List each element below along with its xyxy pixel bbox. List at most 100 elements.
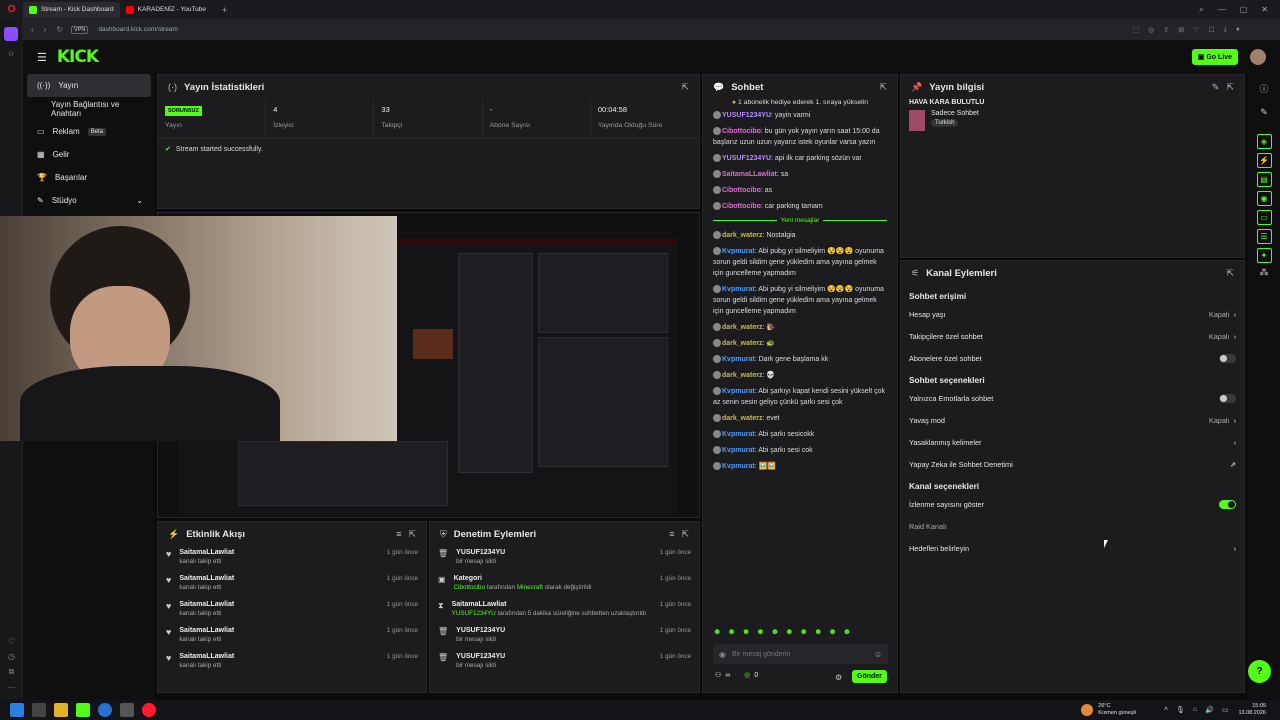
chat-message[interactable]: Cibottocibo: bu gün yok yayın yarın saat…: [703, 126, 897, 148]
edit-icon[interactable]: ✎: [1212, 82, 1220, 93]
emote-icon[interactable]: ☻: [828, 627, 836, 636]
activity-username[interactable]: SaitamaLLawliat: [179, 601, 378, 608]
activity-username[interactable]: SaitamaLLawliat: [179, 627, 378, 634]
activity-item[interactable]: ♥ SaitamaLLawliat kanalı takip etti 1 gün ö…: [158, 546, 426, 572]
moderation-target[interactable]: YUSUF1234YU: [456, 653, 652, 660]
chat-message[interactable]: dark_waterz: 💀: [703, 370, 897, 381]
vpn-badge[interactable]: VPN: [71, 25, 89, 34]
rail-activity-icon[interactable]: ⚡: [1256, 153, 1272, 168]
rail-mod-icon[interactable]: ✦: [1256, 248, 1272, 263]
sidebar-item-ads[interactable]: ▭ Reklam Beta: [27, 120, 151, 143]
rail-chat-icon[interactable]: ◉: [1256, 191, 1272, 206]
aria-icon[interactable]: [4, 27, 18, 41]
ai-moderation-row[interactable]: Yapay Zeka ile Sohbet Denetimi ⇗: [901, 453, 1244, 475]
category-name[interactable]: Minecraft: [517, 584, 543, 591]
chat-input-placeholder[interactable]: Bir mesaj gönderin: [732, 651, 868, 658]
install-icon[interactable]: ⬚: [1133, 26, 1140, 34]
chat-username[interactable]: Kvpmurat: [722, 356, 755, 363]
followers-only-row[interactable]: Takipçilere özel sohbet Kapalı ›: [901, 325, 1244, 347]
chat-message[interactable]: Kvpmurat: Abi pubg yi silmeliyim 😵😵😵 oyu…: [703, 246, 897, 279]
clock[interactable]: 15:05 13.08.2026: [1238, 703, 1266, 717]
moderator-name[interactable]: YUSUF1234YU: [452, 610, 496, 617]
extensions-icon[interactable]: ⧉: [9, 667, 15, 677]
camera-icon[interactable]: ◎: [1148, 26, 1154, 34]
bookmark-icon[interactable]: ☐: [1208, 26, 1214, 34]
chat-input-box[interactable]: ◉ Bir mesaj gönderin ☺: [713, 644, 888, 664]
search-tabs-icon[interactable]: ⌕: [1199, 5, 1203, 15]
emoji-picker-icon[interactable]: ☺: [874, 650, 882, 659]
network-icon[interactable]: ⌂: [1193, 706, 1197, 714]
chat-message[interactable]: Cibottocibo: car parking tamam: [703, 201, 897, 212]
activity-username[interactable]: SaitamaLLawliat: [179, 549, 378, 556]
rail-stats-icon[interactable]: ◈: [1256, 134, 1272, 149]
back-icon[interactable]: ‹: [31, 25, 34, 34]
tray-chevron-icon[interactable]: ˄: [1164, 706, 1168, 714]
chat-username[interactable]: Kvpmurat: [722, 388, 755, 395]
send-button[interactable]: Gönder: [852, 670, 887, 683]
chat-message[interactable]: Kvpmurat: Abi şarkı sesi cok: [703, 445, 897, 456]
share-icon[interactable]: ⇪: [1163, 26, 1169, 34]
chat-username[interactable]: YUSUF1234YU: [722, 155, 771, 162]
chat-username[interactable]: Cibottocibo: [722, 187, 761, 194]
reload-icon[interactable]: ↻: [56, 25, 63, 34]
download-icon[interactable]: ⤓: [1224, 26, 1227, 34]
emote-icon[interactable]: ☻: [742, 627, 750, 636]
chat-username[interactable]: SaitamaLLawliat: [722, 171, 777, 178]
chat-message[interactable]: YUSUF1234YU: yayin varmi: [703, 110, 897, 121]
moderation-target[interactable]: YUSUF1234YU: [456, 549, 652, 556]
file-explorer-icon[interactable]: [54, 703, 68, 717]
chat-message[interactable]: Kvpmurat: 🖼️🖼️: [703, 461, 897, 472]
opera-logo-icon[interactable]: O: [0, 4, 23, 15]
rail-info-icon[interactable]: ▤: [1256, 172, 1272, 187]
chat-username[interactable]: dark_waterz: [722, 324, 762, 331]
rail-actions-icon[interactable]: ☰: [1256, 229, 1272, 244]
emote-icon[interactable]: ☻: [713, 627, 721, 636]
minimize-button[interactable]: —: [1218, 5, 1226, 15]
chat-username[interactable]: Kvpmurat: [722, 463, 755, 470]
chat-message[interactable]: Kvpmurat: Abi pubg yi silmeliyim 😵😵😵 oyu…: [703, 284, 897, 317]
chat-message[interactable]: dark_waterz: 🐌: [703, 322, 897, 333]
activity-username[interactable]: SaitamaLLawliat: [179, 653, 378, 660]
settings-icon[interactable]: [120, 703, 134, 717]
kick-logo[interactable]: KICK: [57, 47, 99, 67]
volume-icon[interactable]: 🔊: [1205, 706, 1214, 714]
battery-icon[interactable]: ▭: [1222, 706, 1229, 714]
banned-words-row[interactable]: Yasaklanmış kelimeler ›: [901, 431, 1244, 453]
emote-icon[interactable]: ☻: [814, 627, 822, 636]
widgets-icon[interactable]: ⁂: [1248, 267, 1280, 278]
chat-username[interactable]: dark_waterz: [722, 232, 762, 239]
chat-username[interactable]: Kvpmurat: [722, 286, 755, 293]
kick-app-icon[interactable]: [76, 703, 90, 717]
moderation-target[interactable]: Kategori: [454, 575, 652, 582]
activity-item[interactable]: ♥ SaitamaLLawliat kanalı takip etti 1 gün ö…: [158, 650, 426, 676]
sidebar-item-achievements[interactable]: 🏆 Başarılar: [27, 166, 151, 189]
help-button[interactable]: ?: [1248, 660, 1271, 683]
activity-username[interactable]: SaitamaLLawliat: [179, 575, 378, 582]
slow-mode-row[interactable]: Yavaş mod Kapalı ›: [901, 409, 1244, 431]
chat-settings-icon[interactable]: ◉: [719, 650, 726, 659]
profile-icon[interactable]: ●: [1236, 26, 1240, 34]
rail-preview-icon[interactable]: ▭: [1256, 210, 1272, 225]
moderation-item[interactable]: 🗑 YUSUF1234YU bir mesajı sildi 1 gün önce: [430, 624, 699, 650]
chat-username[interactable]: Cibottocibo: [722, 203, 761, 210]
heart-icon[interactable]: ♡: [1193, 26, 1199, 34]
emote-icon[interactable]: ☻: [756, 627, 764, 636]
tab-youtube[interactable]: KARADENİZ - YouTube: [120, 2, 212, 18]
pinboard-icon[interactable]: ☆: [0, 49, 22, 58]
chat-message[interactable]: YUSUF1234YU: api ilk car parking sözün v…: [703, 153, 897, 164]
chat-username[interactable]: Kvpmurat: [722, 248, 755, 255]
chat-username[interactable]: dark_waterz: [722, 372, 762, 379]
chat-username[interactable]: Cibottocibo: [722, 128, 761, 135]
chat-username[interactable]: YUSUF1234YU: [722, 112, 771, 119]
emote-icon[interactable]: ☻: [727, 627, 735, 636]
maximize-button[interactable]: ▢: [1240, 5, 1248, 15]
emote-icon[interactable]: ☻: [771, 627, 779, 636]
popout-icon[interactable]: ⇱: [879, 82, 887, 93]
moderation-item[interactable]: 🗑 YUSUF1234YU bir mesajı sildi 1 gün önce: [430, 546, 699, 572]
gear-icon[interactable]: ⚙: [835, 673, 842, 682]
popout-icon[interactable]: ⇱: [1226, 82, 1234, 93]
popout-icon[interactable]: ⇱: [681, 529, 689, 540]
show-viewers-toggle[interactable]: [1219, 499, 1236, 509]
sidebar-item-studio[interactable]: ✎ Stüdyo ⌄: [27, 189, 151, 212]
edit-icon[interactable]: ✎: [1248, 107, 1280, 118]
